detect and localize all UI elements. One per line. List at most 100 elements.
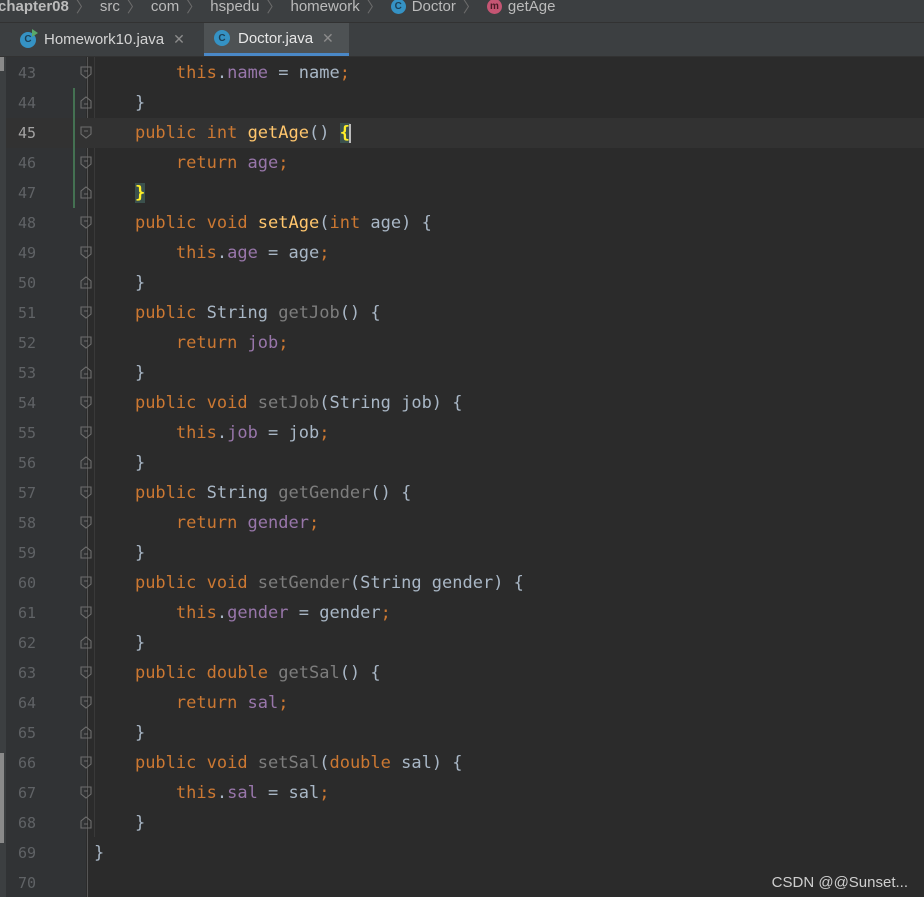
code-token: (: [319, 213, 330, 233]
fold-end-icon[interactable]: [80, 96, 92, 109]
fold-start-icon[interactable]: [80, 486, 92, 499]
code-line[interactable]: 57 public String getGender() {: [6, 478, 924, 508]
code-line[interactable]: 47 }: [6, 178, 924, 208]
fold-start-icon[interactable]: [80, 216, 92, 229]
fold-start-icon[interactable]: [80, 426, 92, 439]
code-line[interactable]: 55 this.job = job;: [6, 418, 924, 448]
watermark: CSDN @@Sunset...: [771, 874, 908, 891]
fold-end-icon[interactable]: [80, 276, 92, 289]
code-token: }: [94, 543, 146, 563]
code-text: }: [94, 268, 145, 298]
breadcrumb-item[interactable]: chapter08: [0, 0, 69, 15]
code-line[interactable]: 67 this.sal = sal;: [6, 778, 924, 808]
code-token: ;: [308, 513, 320, 533]
code-token: double: [206, 663, 279, 683]
code-line[interactable]: 60 public void setGender(String gender) …: [6, 568, 924, 598]
code-line[interactable]: 61 this.gender = gender;: [6, 598, 924, 628]
code-token: public: [134, 753, 207, 773]
code-line[interactable]: 48 public void setAge(int age) {: [6, 208, 924, 238]
code-token: age) {: [370, 213, 432, 233]
line-number: 50: [17, 274, 36, 292]
fold-start-icon[interactable]: [80, 516, 92, 529]
fold-end-icon[interactable]: [80, 726, 92, 739]
side-tool-marker[interactable]: [0, 753, 4, 843]
fold-start-icon[interactable]: [80, 156, 92, 169]
line-number: 63: [17, 664, 36, 682]
fold-end-icon[interactable]: [80, 546, 92, 559]
code-line[interactable]: 50 }: [6, 268, 924, 298]
close-icon[interactable]: ✕: [173, 31, 185, 48]
fold-start-icon[interactable]: [80, 786, 92, 799]
code-line[interactable]: 65 }: [6, 718, 924, 748]
code-token: public: [134, 663, 207, 683]
breadcrumb: chapter08 〉 src 〉 com 〉 hspedu 〉 homework 〉 C Docto…: [0, 0, 924, 23]
fold-start-icon[interactable]: [80, 126, 92, 139]
code-token: = gender: [288, 603, 381, 623]
breadcrumb-item[interactable]: homework: [291, 0, 360, 15]
class-runnable-icon: C: [20, 28, 38, 48]
fold-end-icon[interactable]: [80, 366, 92, 379]
fold-start-icon[interactable]: [80, 756, 92, 769]
code-line[interactable]: 58 return gender;: [6, 508, 924, 538]
code-text: return age;: [94, 148, 289, 178]
tab-homework10[interactable]: C Homework10.java ✕: [12, 23, 202, 56]
fold-start-icon[interactable]: [80, 666, 92, 679]
code-line[interactable]: 64 return sal;: [6, 688, 924, 718]
fold-start-icon[interactable]: [80, 576, 92, 589]
code-line[interactable]: 49 this.age = age;: [6, 238, 924, 268]
code-token: getGender: [278, 483, 371, 503]
fold-start-icon[interactable]: [80, 396, 92, 409]
breadcrumb-item[interactable]: C Doctor: [390, 0, 456, 15]
fold-start-icon[interactable]: [80, 66, 92, 79]
fold-start-icon[interactable]: [80, 246, 92, 259]
fold-end-icon[interactable]: [80, 816, 92, 829]
line-number: 59: [17, 544, 36, 562]
vcs-change-marker[interactable]: [73, 88, 75, 208]
code-token: int: [329, 213, 371, 233]
code-token: public: [134, 483, 207, 503]
fold-start-icon[interactable]: [80, 306, 92, 319]
code-line[interactable]: 52 return job;: [6, 328, 924, 358]
line-number: 64: [17, 694, 36, 712]
breadcrumb-item[interactable]: com: [151, 0, 179, 15]
line-number: 70: [17, 874, 36, 892]
fold-start-icon[interactable]: [80, 336, 92, 349]
code-line[interactable]: 62 }: [6, 628, 924, 658]
code-line[interactable]: 43 this.name = name;: [6, 58, 924, 88]
code-line[interactable]: 59 }: [6, 538, 924, 568]
breadcrumb-item[interactable]: m getAge: [486, 0, 555, 15]
code-line[interactable]: 46 return age;: [6, 148, 924, 178]
code-text: return sal;: [94, 688, 289, 718]
code-token: gender: [247, 513, 309, 533]
fold-end-icon[interactable]: [80, 186, 92, 199]
code-token: public: [134, 213, 207, 233]
close-icon[interactable]: ✕: [322, 30, 334, 47]
breadcrumb-separator-icon: 〉: [186, 0, 202, 16]
fold-end-icon[interactable]: [80, 456, 92, 469]
code-line[interactable]: 68 }: [6, 808, 924, 838]
fold-start-icon[interactable]: [80, 696, 92, 709]
code-line[interactable]: 56 }: [6, 448, 924, 478]
fold-end-icon[interactable]: [80, 636, 92, 649]
code-line[interactable]: 69}: [6, 838, 924, 868]
breadcrumb-item[interactable]: hspedu: [210, 0, 259, 15]
code-line[interactable]: 45 public int getAge() {: [6, 118, 924, 148]
code-line[interactable]: 44 }: [6, 88, 924, 118]
code-line[interactable]: 66 public void setSal(double sal) {: [6, 748, 924, 778]
code-text: }: [94, 538, 145, 568]
code-line[interactable]: 54 public void setJob(String job) {: [6, 388, 924, 418]
tab-doctor[interactable]: C Doctor.java ✕: [204, 23, 349, 56]
code-line[interactable]: 51 public String getJob() {: [6, 298, 924, 328]
code-token: return: [175, 693, 248, 713]
code-editor[interactable]: 43 this.name = name; 44 } 45 public int ge…: [6, 57, 924, 897]
fold-start-icon[interactable]: [80, 606, 92, 619]
code-line[interactable]: 63 public double getSal() {: [6, 658, 924, 688]
code-token: ;: [319, 423, 330, 443]
breadcrumb-item[interactable]: src: [100, 0, 120, 15]
code-text: }: [94, 178, 146, 208]
code-line[interactable]: 53 }: [6, 358, 924, 388]
